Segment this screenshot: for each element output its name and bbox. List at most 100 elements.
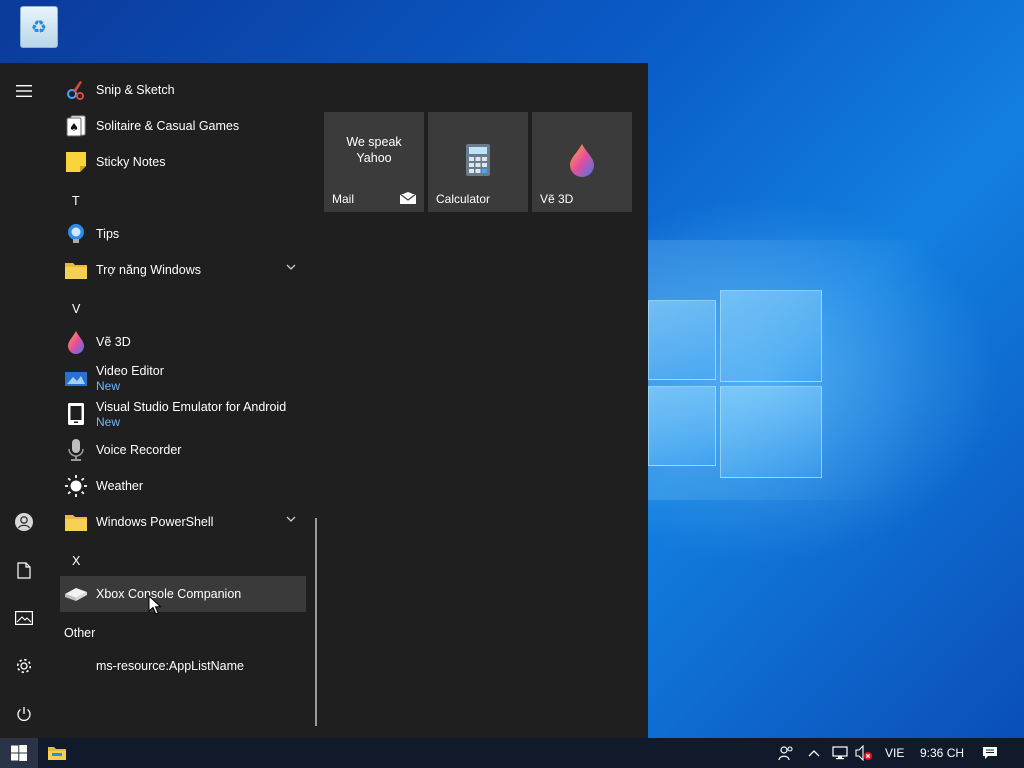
picture-icon [15,611,33,625]
paint-drop-icon [68,331,84,354]
svg-text:♠: ♠ [69,121,79,134]
letter-header-t[interactable]: T [72,191,80,211]
app-name: Xbox Console Companion [96,587,242,601]
app-name: Vẽ 3D [96,335,131,349]
xbox-console-icon [65,588,87,601]
app-ms-resource[interactable]: ms-resource:AppListName [60,648,306,684]
new-badge: New [96,414,121,429]
show-hidden-icons-button[interactable] [808,738,822,768]
action-center-button[interactable] [982,738,1000,768]
microphone-icon [68,439,84,461]
app-name: Visual Studio Emulator for Android [96,399,287,414]
lightbulb-icon [68,224,84,243]
app-name: Tips [96,227,120,241]
document-icon [17,561,31,579]
app-name: Sticky Notes [96,155,166,169]
app-xbox-console-companion[interactable]: Xbox Console Companion [60,576,306,612]
input-language-button[interactable]: VIE [885,738,904,768]
tile-paint3d[interactable]: Vẽ 3D [532,112,632,212]
app-folder-accessibility[interactable]: Trợ năng Windows [60,252,306,288]
app-name: ms-resource:AppListName [96,659,244,673]
new-badge: New [96,378,121,393]
app-snip-sketch[interactable]: Snip & Sketch [60,72,306,108]
windows-logo-icon [11,745,27,761]
user-icon [15,513,33,531]
tile-mail[interactable]: We speak Yahoo Mail [324,112,424,212]
sticky-note-icon [66,152,86,172]
clock[interactable]: 9:36 CH [920,738,964,768]
letter-header-x[interactable]: X [72,551,80,571]
app-name: Weather [96,479,144,493]
app-sticky-notes[interactable]: Sticky Notes [60,144,306,180]
app-list-scrollbar[interactable] [315,518,317,726]
network-button[interactable] [832,738,848,768]
chevron-up-icon [808,750,820,757]
app-vs-emulator[interactable]: Visual Studio Emulator for Android New [60,396,306,432]
app-voice-recorder[interactable]: Voice Recorder [60,432,306,468]
file-explorer-icon [48,747,66,760]
letter-header-v[interactable]: V [72,299,80,319]
letter-header-other[interactable]: Other [64,623,95,643]
app-folder-powershell[interactable]: Windows PowerShell [60,504,306,540]
calculator-icon [466,144,490,176]
start-menu: Snip & Sketch ♠ Solitaire & Casual Games… [0,63,648,738]
people-button[interactable] [778,738,796,768]
volume-muted-icon [855,745,872,761]
tile-caption-line: Yahoo [356,151,392,165]
tile-mail-caption: We speak Yahoo [324,134,424,166]
app-name: Voice Recorder [96,443,182,457]
recycle-bin-shortcut[interactable] [16,6,62,60]
app-name: Video Editor [96,363,164,378]
pictures-button[interactable] [0,594,48,642]
app-name: Snip & Sketch [96,83,175,97]
tile-caption-line: We speak [346,135,402,149]
windows-logo-pane-bl [648,386,716,466]
windows-logo-pane-br [720,386,822,478]
gear-icon [16,658,32,674]
app-video-editor[interactable]: Video Editor New [60,360,306,396]
chevron-down-icon[interactable] [286,516,296,522]
power-icon [17,707,31,721]
app-tips[interactable]: Tips [60,216,306,252]
blank-app-icon [64,654,88,678]
settings-button[interactable] [0,642,48,690]
folder-icon [65,263,87,279]
app-name: Windows PowerShell [96,515,214,529]
tile-label: Calculator [436,192,491,206]
folder-icon [65,515,87,531]
app-paint-3d[interactable]: Vẽ 3D [60,324,306,360]
network-icon [832,746,848,760]
app-list: Snip & Sketch ♠ Solitaire & Casual Games… [48,63,318,738]
phone-emulator-icon [68,403,84,425]
tile-label: Vẽ 3D [540,192,574,206]
account-button[interactable] [0,498,48,546]
tile-label: Mail [332,192,355,206]
people-icon [778,746,793,761]
chevron-down-icon[interactable] [286,264,296,270]
sun-icon [65,475,87,497]
app-name: Solitaire & Casual Games [96,119,240,133]
notification-icon [983,747,997,759]
video-editor-icon [65,370,87,386]
volume-button[interactable] [855,738,873,768]
windows-logo-pane-tr [720,290,822,382]
taskbar: VIE 9:36 CH [0,738,1024,768]
app-weather[interactable]: Weather [60,468,306,504]
start-button[interactable] [0,738,38,768]
windows-logo-pane-tl [648,300,716,380]
snip-sketch-icon [67,81,84,100]
app-solitaire[interactable]: ♠ Solitaire & Casual Games [60,108,306,144]
mail-envelope-icon [400,192,416,204]
app-name: Trợ năng Windows [96,263,201,277]
paint-drop-icon [570,144,594,177]
mouse-cursor-icon [148,595,162,615]
cards-icon: ♠ [66,115,86,137]
documents-button[interactable] [0,546,48,594]
recycle-bin-icon [20,6,58,48]
start-rail [0,63,48,738]
file-explorer-button[interactable] [42,738,72,768]
expand-menu-button[interactable] [0,67,48,115]
hamburger-icon [16,85,32,97]
tile-calculator[interactable]: Calculator [428,112,528,212]
power-button[interactable] [0,690,48,738]
